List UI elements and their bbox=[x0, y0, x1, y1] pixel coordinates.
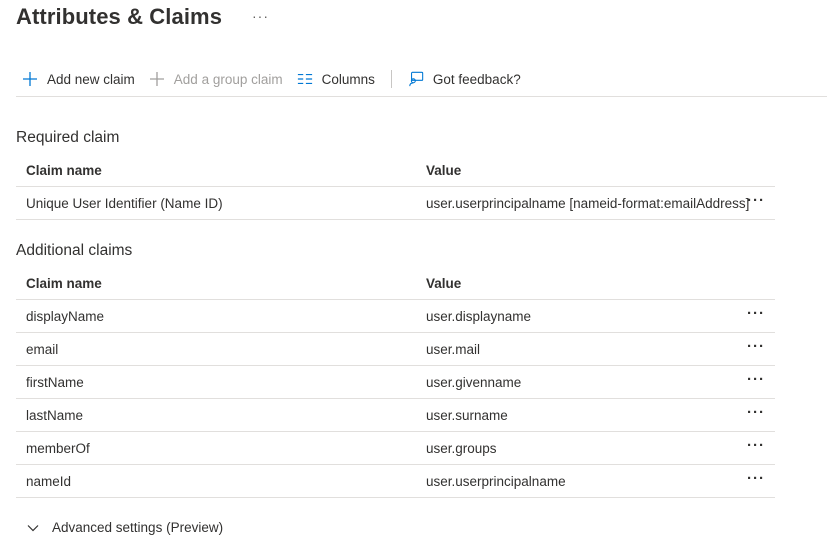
row-more-icon[interactable]: ··· bbox=[747, 193, 765, 208]
advanced-settings-label: Advanced settings (Preview) bbox=[52, 520, 224, 535]
claim-name-cell: nameId bbox=[26, 473, 72, 489]
claim-value-cell: user.displayname bbox=[426, 308, 532, 324]
columns-label: Columns bbox=[321, 71, 375, 87]
add-group-claim-button[interactable]: Add a group claim bbox=[143, 64, 289, 94]
row-more-icon[interactable]: ··· bbox=[747, 438, 765, 453]
grid-header-row: Claim name Value bbox=[16, 267, 775, 300]
command-bar: Add new claim Add a group claim Columns … bbox=[16, 62, 827, 97]
claim-value-cell: user.groups bbox=[426, 440, 497, 456]
row-more-icon[interactable]: ··· bbox=[747, 405, 765, 420]
column-header-claim-name[interactable]: Claim name bbox=[26, 276, 102, 291]
claim-value-cell: user.surname bbox=[426, 407, 508, 423]
required-claim-grid: Claim name Value Unique User Identifier … bbox=[16, 154, 775, 220]
required-claim-heading: Required claim bbox=[16, 129, 120, 146]
plus-icon bbox=[149, 71, 165, 87]
feedback-icon bbox=[408, 71, 424, 87]
claim-value-cell: user.givenname bbox=[426, 374, 522, 390]
row-more-icon[interactable]: ··· bbox=[747, 339, 765, 354]
feedback-label: Got feedback? bbox=[432, 71, 521, 87]
column-header-value[interactable]: Value bbox=[426, 276, 461, 291]
toolbar-divider bbox=[390, 70, 392, 88]
table-row[interactable]: firstName user.givenname ··· bbox=[16, 366, 775, 399]
table-row[interactable]: email user.mail ··· bbox=[16, 333, 775, 366]
claim-name-cell: lastName bbox=[26, 407, 84, 423]
claim-name-cell: memberOf bbox=[26, 440, 90, 456]
table-row[interactable]: Unique User Identifier (Name ID) user.us… bbox=[16, 187, 775, 220]
claim-name-cell: Unique User Identifier (Name ID) bbox=[26, 195, 223, 211]
feedback-button[interactable]: Got feedback? bbox=[402, 64, 527, 94]
table-row[interactable]: nameId user.userprincipalname ··· bbox=[16, 465, 775, 498]
grid-header-row: Claim name Value bbox=[16, 154, 775, 187]
page-title: Attributes & Claims bbox=[16, 4, 223, 29]
table-row[interactable]: displayName user.displayname ··· bbox=[16, 300, 775, 333]
table-row[interactable]: memberOf user.groups ··· bbox=[16, 432, 775, 465]
claim-name-cell: email bbox=[26, 341, 59, 357]
add-new-claim-label: Add new claim bbox=[47, 71, 135, 87]
claim-name-cell: firstName bbox=[26, 374, 84, 390]
add-group-claim-label: Add a group claim bbox=[173, 71, 283, 87]
plus-icon bbox=[22, 71, 38, 87]
row-more-icon[interactable]: ··· bbox=[747, 372, 765, 387]
row-more-icon[interactable]: ··· bbox=[747, 471, 765, 486]
column-header-value[interactable]: Value bbox=[426, 163, 461, 178]
columns-icon bbox=[297, 71, 313, 87]
claim-name-cell: displayName bbox=[26, 308, 105, 324]
column-header-claim-name[interactable]: Claim name bbox=[26, 163, 102, 178]
additional-claims-heading: Additional claims bbox=[16, 242, 133, 259]
add-new-claim-button[interactable]: Add new claim bbox=[16, 64, 141, 94]
chevron-down-icon bbox=[26, 521, 40, 535]
more-options-icon[interactable]: ··· bbox=[252, 8, 269, 24]
claim-value-cell: user.userprincipalname bbox=[426, 473, 566, 489]
claim-value-cell: user.mail bbox=[426, 341, 481, 357]
claim-value-cell: user.userprincipalname [nameid-format:em… bbox=[426, 195, 750, 211]
row-more-icon[interactable]: ··· bbox=[747, 306, 765, 321]
table-row[interactable]: lastName user.surname ··· bbox=[16, 399, 775, 432]
advanced-settings-toggle[interactable]: Advanced settings (Preview) bbox=[26, 520, 223, 535]
columns-button[interactable]: Columns bbox=[291, 64, 381, 94]
additional-claims-grid: Claim name Value displayName user.displa… bbox=[16, 267, 775, 498]
